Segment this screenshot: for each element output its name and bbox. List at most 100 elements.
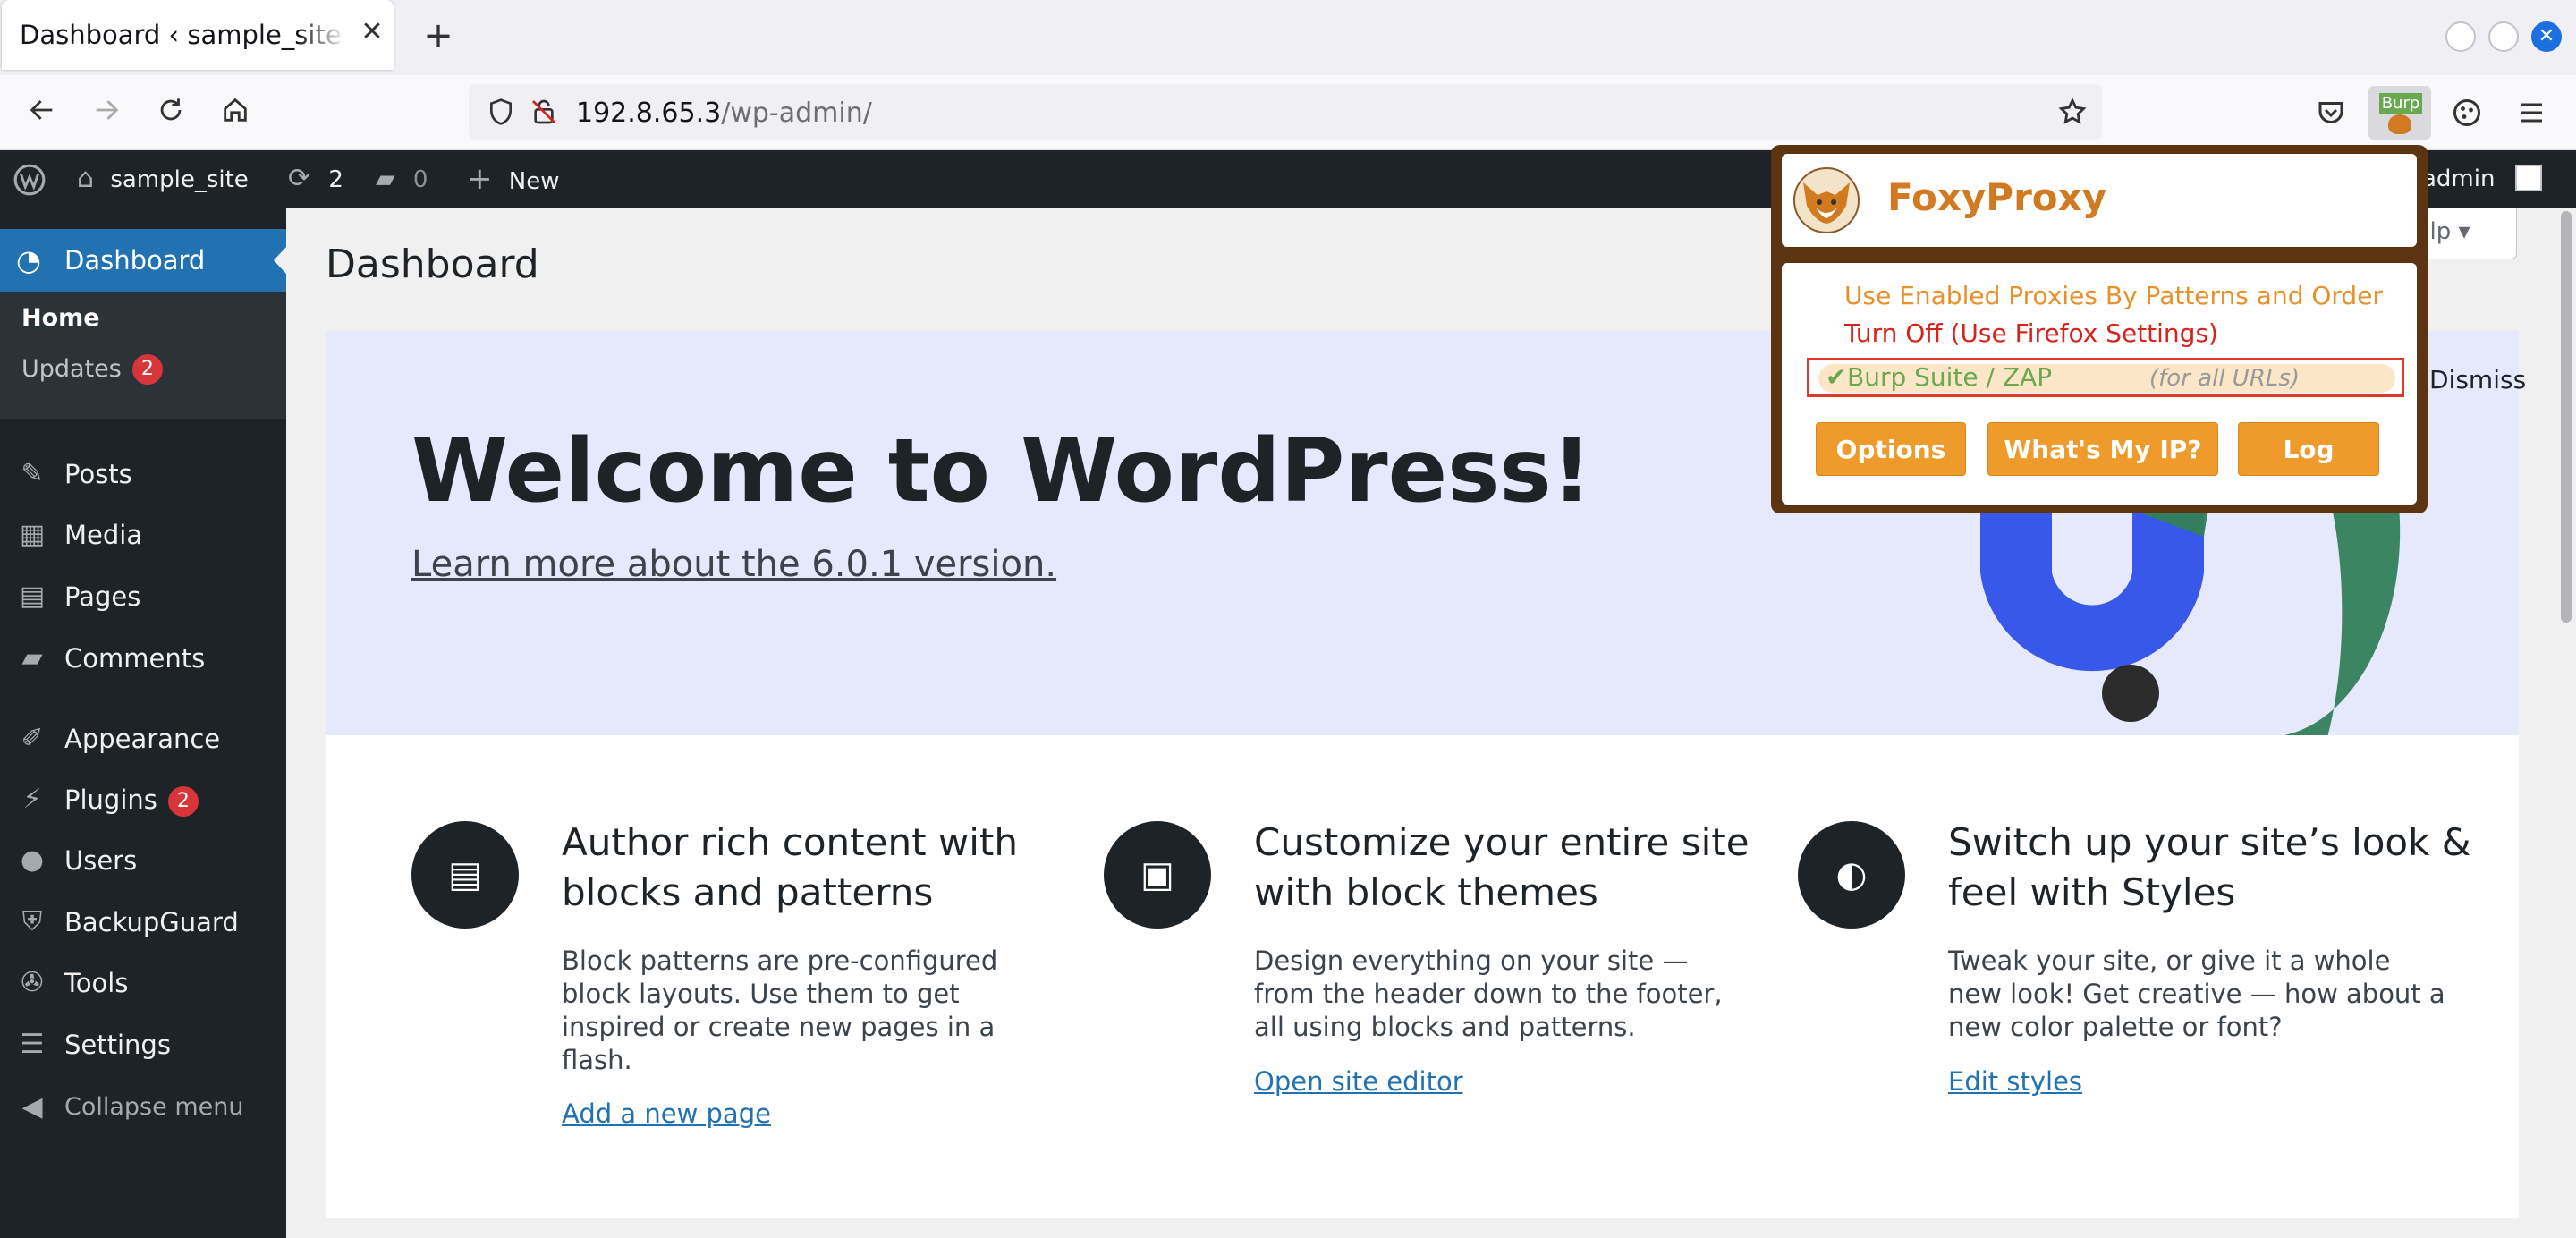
pin-icon: ✎ bbox=[21, 458, 44, 489]
welcome-title: Welcome to WordPress! bbox=[411, 420, 1592, 522]
foxyproxy-extension-button[interactable]: Burp bbox=[2368, 86, 2431, 140]
sidebar-item-label: BackupGuard bbox=[64, 907, 239, 937]
sidebar-item-settings[interactable]: ☰ Settings bbox=[0, 1016, 286, 1073]
sidebar-item-label: Posts bbox=[64, 459, 132, 489]
current-menu-arrow bbox=[274, 247, 286, 274]
tab-title: Dashboard ‹ sample_site — WordPress bbox=[20, 20, 346, 50]
wrench-icon: ✇ bbox=[21, 967, 44, 998]
dashboard-submenu: Home Updates 2 bbox=[0, 292, 286, 419]
window-minimize-button[interactable] bbox=[2445, 21, 2476, 52]
admin-bar-comments[interactable]: ▰ 0 bbox=[376, 150, 428, 208]
scrollbar-thumb[interactable] bbox=[2561, 211, 2572, 623]
url-host: 192.8.65.3 bbox=[576, 98, 722, 129]
sidebar-item-label-with-badge: Plugins 2 bbox=[64, 784, 199, 817]
proxy-mode-patterns[interactable]: Use Enabled Proxies By Patterns and Orde… bbox=[1844, 281, 2383, 310]
home-button[interactable] bbox=[213, 93, 258, 134]
sidebar-item-label: Media bbox=[64, 520, 143, 550]
foxyproxy-popup: FoxyProxy Use Enabled Proxies By Pattern… bbox=[1771, 145, 2428, 513]
sidebar-item-pages[interactable]: ▤ Pages bbox=[0, 568, 286, 625]
updates-icon: ⟳ bbox=[288, 163, 311, 194]
column-text: Tweak your site, or give it a whole new … bbox=[1948, 945, 2445, 1042]
check-icon: ✔ bbox=[1826, 362, 1847, 392]
sidebar-item-appearance[interactable]: ✐ Appearance bbox=[0, 710, 286, 767]
pages-icon: ▤ bbox=[19, 581, 46, 612]
sidebar-item-backupguard[interactable]: ⛨ BackupGuard bbox=[0, 894, 286, 951]
user-icon: ● bbox=[20, 844, 45, 876]
sidebar-item-tools[interactable]: ✇ Tools bbox=[0, 954, 286, 1012]
submenu-item-updates[interactable]: Updates 2 bbox=[21, 354, 163, 385]
admin-bar-user[interactable]: admin bbox=[2422, 150, 2542, 208]
column-text: Design everything on your site — from th… bbox=[1254, 945, 1723, 1042]
welcome-columns: ▤ Author rich content with blocks and pa… bbox=[326, 735, 2519, 1218]
tab-close-icon[interactable]: ✕ bbox=[356, 16, 388, 48]
foxyproxy-header: FoxyProxy bbox=[1782, 154, 2417, 247]
edit-styles-link[interactable]: Edit styles bbox=[1948, 1066, 2082, 1097]
column-text: Block patterns are pre-configured block … bbox=[562, 945, 998, 1075]
shield-icon[interactable] bbox=[487, 97, 515, 127]
add-new-page-link[interactable]: Add a new page bbox=[562, 1098, 771, 1129]
sidebar-item-label: Dashboard bbox=[64, 245, 206, 276]
collapse-arrow-icon: ◀ bbox=[21, 1091, 43, 1123]
proxy-scope-note: (for all URLs) bbox=[2149, 365, 2301, 392]
sidebar-item-comments[interactable]: ▰ Comments bbox=[0, 630, 286, 687]
browser-tab[interactable]: Dashboard ‹ sample_site — WordPress ✕ bbox=[2, 0, 394, 70]
column-title: Switch up your site’s look & feel with S… bbox=[1948, 820, 2471, 914]
sidebar-item-label: Settings bbox=[64, 1030, 171, 1060]
styles-contrast-icon: ◐ bbox=[1798, 821, 1905, 928]
admin-bar-new[interactable]: + New bbox=[467, 150, 559, 208]
back-button[interactable] bbox=[20, 93, 64, 134]
column-title: Author rich content with blocks and patt… bbox=[562, 820, 1019, 914]
proxy-mode-burp-selected[interactable]: ✔ Burp Suite / ZAP (for all URLs) bbox=[1807, 358, 2404, 397]
sidebar-item-plugins[interactable]: ⚡ Plugins 2 bbox=[0, 771, 286, 828]
open-site-editor-link[interactable]: Open site editor bbox=[1254, 1066, 1463, 1097]
new-tab-button[interactable]: + bbox=[420, 16, 456, 55]
window-maximize-button[interactable] bbox=[2488, 21, 2519, 52]
log-button[interactable]: Log bbox=[2238, 422, 2379, 476]
window-close-button[interactable]: ✕ bbox=[2531, 21, 2562, 52]
wordpress-logo-icon[interactable] bbox=[13, 163, 47, 197]
submenu-item-label: Updates bbox=[21, 355, 122, 383]
fox-icon bbox=[2388, 114, 2411, 134]
foxyproxy-title: FoxyProxy bbox=[1887, 175, 2107, 219]
plugins-badge: 2 bbox=[167, 786, 199, 817]
extensions-icon[interactable] bbox=[2451, 97, 2483, 129]
dismiss-welcome-link[interactable]: Dismiss bbox=[2429, 365, 2526, 394]
submenu-item-home[interactable]: Home bbox=[21, 304, 100, 332]
sidebar-item-users[interactable]: ● Users bbox=[0, 832, 286, 889]
back-arrow-icon bbox=[30, 100, 53, 120]
sidebar-item-label: Comments bbox=[64, 643, 206, 674]
sidebar-item-dashboard[interactable]: ◔ Dashboard bbox=[0, 229, 286, 292]
forward-button[interactable] bbox=[84, 93, 129, 134]
url-bar[interactable]: 192.8.65.3/wp-admin/ bbox=[469, 84, 2102, 140]
admin-sidebar: ◔ Dashboard Home Updates 2 ✎ Posts ▦ Medi… bbox=[0, 208, 286, 1238]
admin-bar-updates[interactable]: ⟳ 2 bbox=[288, 150, 343, 208]
pocket-icon[interactable] bbox=[2315, 97, 2347, 129]
layout-icon: ▣ bbox=[1104, 821, 1211, 928]
menu-hamburger-icon[interactable] bbox=[2515, 97, 2547, 129]
sidebar-item-label: Users bbox=[64, 845, 138, 876]
extension-badge: Burp bbox=[2379, 93, 2422, 114]
whats-my-ip-button[interactable]: What's My IP? bbox=[1987, 422, 2218, 476]
column-title: Customize your entire site with block th… bbox=[1254, 820, 1750, 914]
sidebar-item-media[interactable]: ▦ Media bbox=[0, 506, 286, 564]
shield-icon: ⛨ bbox=[21, 906, 43, 937]
options-button[interactable]: Options bbox=[1816, 422, 1966, 476]
insecure-lock-icon[interactable] bbox=[530, 97, 558, 127]
admin-bar-site[interactable]: ⌂ sample_site bbox=[77, 150, 249, 208]
sidebar-item-label: Pages bbox=[64, 581, 141, 612]
version-link[interactable]: Learn more about the 6.0.1 version. bbox=[411, 544, 1056, 585]
collapse-menu-button[interactable]: ◀ Collapse menu bbox=[0, 1079, 286, 1136]
sidebar-item-label: Plugins bbox=[64, 784, 157, 815]
brush-icon: ✐ bbox=[21, 723, 44, 754]
reload-icon bbox=[160, 98, 182, 121]
bookmark-star-icon[interactable] bbox=[2057, 97, 2088, 127]
updates-badge: 2 bbox=[131, 354, 163, 385]
proxy-mode-off[interactable]: Turn Off (Use Firefox Settings) bbox=[1844, 318, 2218, 348]
sidebar-item-posts[interactable]: ✎ Posts bbox=[0, 445, 286, 503]
media-icon: ▦ bbox=[19, 519, 46, 550]
collapse-menu-label: Collapse menu bbox=[64, 1093, 244, 1121]
plus-icon: + bbox=[467, 161, 493, 197]
fox-logo-icon bbox=[1793, 167, 1860, 233]
url-text[interactable]: 192.8.65.3/wp-admin/ bbox=[576, 98, 872, 129]
reload-button[interactable] bbox=[148, 93, 193, 134]
